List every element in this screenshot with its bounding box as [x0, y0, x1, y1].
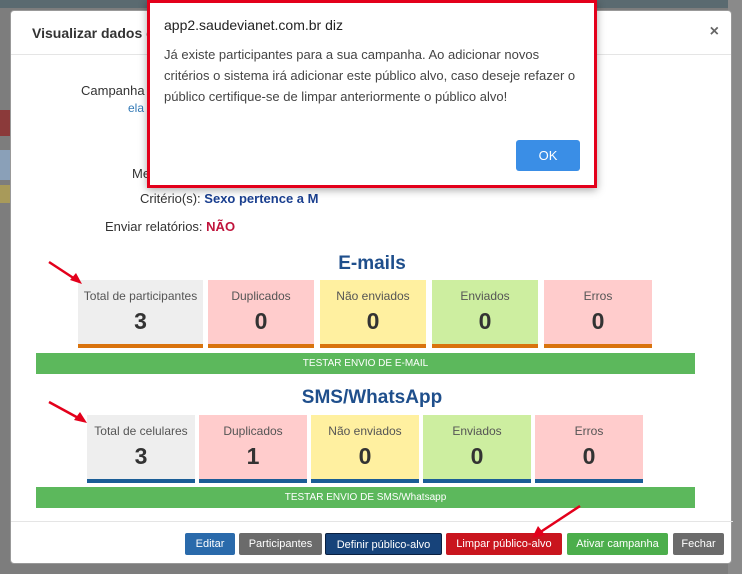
stat-label: Total de celulares — [94, 424, 188, 438]
email-stat-duplicates: Duplicados 0 — [208, 280, 314, 348]
test-email-button[interactable]: TESTAR ENVIO DE E-MAIL — [36, 353, 695, 374]
campaign-field: Campanha 2 — [81, 83, 155, 98]
arrow-annotation-emails — [48, 260, 82, 284]
arrow-annotation-sms — [48, 400, 87, 423]
sms-stat-duplicates: Duplicados 1 — [199, 415, 307, 483]
criteria-field: Critério(s): Sexo pertence a M — [140, 191, 318, 206]
campaign-link-row: ela — [128, 100, 144, 115]
stat-value: 0 — [591, 308, 605, 334]
stat-bar — [535, 479, 643, 483]
sms-stat-sent: Enviados 0 — [423, 415, 531, 483]
arrow-annotation-clear — [532, 504, 581, 538]
campaign-label: Campanha 2 — [81, 83, 156, 98]
stat-bar — [78, 344, 203, 348]
edit-button[interactable]: Editar — [185, 533, 235, 555]
stat-label: Não enviados — [336, 289, 410, 303]
stat-value: 1 — [246, 443, 260, 469]
sms-stat-not-sent: Não enviados 0 — [311, 415, 419, 483]
email-stat-total: Total de participantes 3 — [78, 280, 203, 348]
browser-alert-dialog: app2.saudevianet.com.br diz Já existe pa… — [147, 0, 597, 188]
stat-value: 3 — [134, 308, 147, 334]
stat-bar — [432, 344, 538, 348]
sms-stat-total: Total de celulares 3 — [87, 415, 195, 483]
stat-label: Total de participantes — [83, 289, 198, 303]
stat-value: 0 — [358, 443, 372, 469]
stat-value: 0 — [470, 443, 484, 469]
reports-label: Enviar relatórios: — [105, 219, 203, 234]
emails-section-title: E-mails — [338, 253, 406, 274]
stat-value: 3 — [134, 443, 148, 469]
stat-label: Erros — [583, 289, 613, 303]
alert-ok-button[interactable]: OK — [516, 140, 580, 171]
stat-label: Não enviados — [328, 424, 402, 438]
stat-label: Duplicados — [231, 289, 291, 303]
criteria-label: Critério(s): — [140, 191, 201, 206]
stat-value: 0 — [478, 308, 492, 334]
stat-value: 0 — [582, 443, 596, 469]
stat-value: 0 — [366, 308, 380, 334]
stat-bar — [199, 479, 307, 483]
close-icon[interactable]: × — [710, 23, 719, 41]
stat-label: Duplicados — [223, 424, 283, 438]
alert-title: app2.saudevianet.com.br diz — [164, 17, 343, 33]
modal-title: Visualizar dados d — [32, 25, 155, 41]
stat-bar — [311, 479, 419, 483]
campaign-link[interactable]: ela — [128, 101, 144, 115]
reports-value: NÃO — [206, 219, 236, 234]
stat-bar — [320, 344, 426, 348]
stat-label: Enviados — [460, 289, 510, 303]
participants-button[interactable]: Participantes — [239, 533, 322, 555]
define-audience-button[interactable]: Definir público-alvo — [325, 533, 442, 555]
modal-footer: Editar Participantes Definir público-alv… — [11, 521, 733, 563]
email-stat-errors: Erros 0 — [544, 280, 652, 348]
email-stat-not-sent: Não enviados 0 — [320, 280, 426, 348]
stat-bar — [423, 479, 531, 483]
stat-value: 0 — [254, 308, 268, 334]
criteria-value: Sexo pertence a M — [204, 191, 319, 206]
close-button[interactable]: Fechar — [673, 533, 724, 555]
sms-section-title: SMS/WhatsApp — [301, 387, 443, 408]
reports-field: Enviar relatórios: NÃO — [105, 219, 235, 234]
stat-bar — [87, 479, 195, 483]
sms-stat-errors: Erros 0 — [535, 415, 643, 483]
email-stat-sent: Enviados 0 — [432, 280, 538, 348]
alert-message: Já existe participantes para a sua campa… — [164, 47, 576, 104]
stat-label: Enviados — [452, 424, 502, 438]
stat-bar — [208, 344, 314, 348]
stat-bar — [544, 344, 652, 348]
test-sms-button[interactable]: TESTAR ENVIO DE SMS/Whatsapp — [36, 487, 695, 508]
stat-label: Erros — [574, 424, 604, 438]
